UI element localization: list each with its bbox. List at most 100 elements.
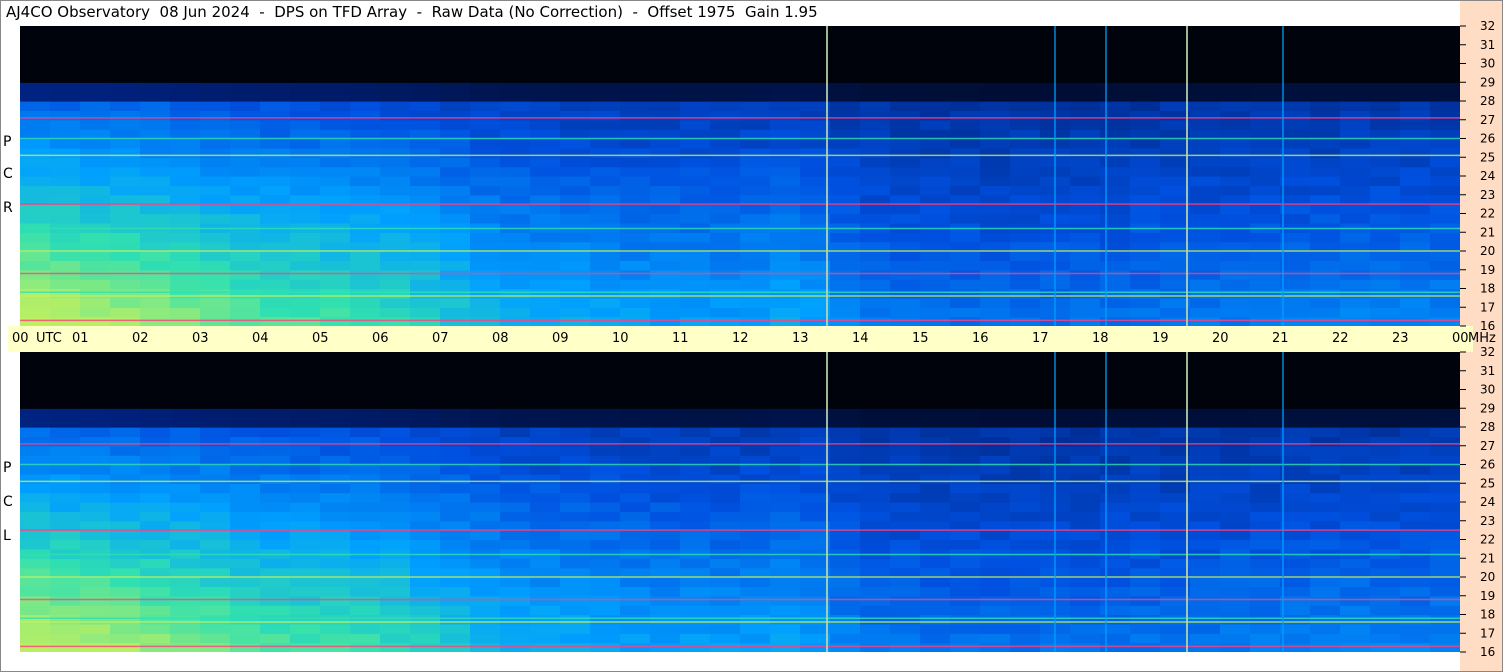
rcp-cell bbox=[560, 260, 591, 271]
rcp-cell bbox=[1220, 44, 1251, 55]
lcp-cell bbox=[770, 436, 801, 447]
rcp-cell bbox=[380, 54, 411, 65]
lcp-cell bbox=[650, 492, 681, 503]
rcp-cell bbox=[50, 166, 81, 177]
lcp-cell bbox=[320, 455, 351, 466]
rcp-cell bbox=[740, 138, 771, 149]
rcp-cell bbox=[590, 147, 621, 158]
lcp-cell bbox=[380, 530, 411, 541]
lcp-cell bbox=[320, 520, 351, 531]
rcp-cell bbox=[1430, 204, 1460, 215]
lcp-cell bbox=[140, 380, 171, 391]
lcp-cell bbox=[710, 623, 741, 634]
hour-label: 17 bbox=[1032, 331, 1049, 346]
rcp-cell bbox=[770, 101, 801, 111]
rcp-cell bbox=[1100, 44, 1131, 55]
rcp-cell bbox=[170, 194, 201, 205]
lcp-cell bbox=[650, 389, 681, 400]
rcp-cell bbox=[1190, 72, 1221, 83]
rcp-cell bbox=[980, 54, 1011, 65]
rcp-cell bbox=[650, 26, 681, 36]
rcp-cell bbox=[860, 63, 891, 74]
lcp-cell bbox=[740, 605, 771, 616]
lcp-cell bbox=[710, 492, 741, 503]
lcp-cell bbox=[320, 361, 351, 372]
lcp-cell bbox=[410, 511, 441, 522]
lcp-cell bbox=[1370, 473, 1401, 484]
rcp-cell bbox=[770, 213, 801, 224]
lcp-cell bbox=[590, 614, 621, 625]
rcp-cell bbox=[320, 232, 351, 243]
lcp-cell bbox=[380, 389, 411, 400]
rcp-cell bbox=[950, 119, 981, 130]
rcp-cell bbox=[410, 44, 441, 55]
rcp-cell bbox=[830, 297, 861, 308]
rcp-cell bbox=[920, 72, 951, 83]
rcp-cell bbox=[590, 279, 621, 290]
lcp-cell bbox=[1280, 614, 1311, 625]
rcp-cell bbox=[1010, 129, 1041, 140]
lcp-cell bbox=[1250, 502, 1281, 512]
lcp-cell bbox=[1220, 633, 1251, 644]
rcp-cell bbox=[500, 307, 531, 318]
lcp-cell bbox=[680, 558, 711, 569]
lcp-cell bbox=[650, 427, 681, 437]
lcp-cell bbox=[260, 642, 291, 652]
lcp-cell bbox=[920, 464, 951, 475]
lcp-cell bbox=[1190, 436, 1221, 447]
rcp-cell bbox=[1340, 119, 1371, 130]
lcp-cell bbox=[1430, 605, 1460, 616]
rcp-cell bbox=[470, 91, 501, 102]
rcp-cell bbox=[500, 297, 531, 308]
rcp-cell bbox=[680, 232, 711, 243]
rcp-cell bbox=[80, 166, 111, 177]
lcp-cell bbox=[1130, 530, 1161, 541]
lcp-cell bbox=[980, 389, 1011, 400]
lcp-cell bbox=[410, 520, 441, 531]
rcp-cell bbox=[1340, 110, 1371, 121]
lcp-cell bbox=[350, 427, 381, 437]
lcp-cell bbox=[1280, 530, 1311, 541]
rcp-cell bbox=[110, 129, 141, 140]
rcp-cell bbox=[650, 91, 681, 102]
rcp-cell bbox=[1310, 316, 1341, 326]
lcp-cell bbox=[410, 567, 441, 578]
lcp-cell bbox=[1130, 614, 1161, 625]
rcp-cell bbox=[410, 82, 441, 93]
rcp-cell bbox=[170, 297, 201, 308]
rcp-cell bbox=[950, 194, 981, 205]
rcp-cell bbox=[260, 279, 291, 290]
lcp-cell bbox=[860, 483, 891, 494]
rcp-cell bbox=[1310, 26, 1341, 36]
lcp-cell bbox=[230, 633, 261, 644]
lcp-cell bbox=[20, 361, 51, 372]
lcp-cell bbox=[1070, 417, 1101, 428]
lcp-cell bbox=[1130, 455, 1161, 466]
lcp-cell bbox=[20, 586, 51, 597]
lcp-cell bbox=[1190, 408, 1221, 419]
rcp-cell bbox=[1370, 44, 1401, 55]
rcp-cell bbox=[530, 44, 561, 55]
rcp-cell bbox=[1190, 35, 1221, 46]
rcp-cell bbox=[230, 138, 261, 149]
lcp-cell bbox=[1370, 605, 1401, 616]
rcp-cell bbox=[1010, 35, 1041, 46]
lcp-cell bbox=[860, 473, 891, 484]
rcp-cell bbox=[560, 101, 591, 111]
lcp-cell bbox=[590, 361, 621, 372]
lcp-cell bbox=[1280, 473, 1311, 484]
rcp-cell bbox=[1430, 194, 1460, 205]
rcp-cell bbox=[200, 44, 231, 55]
rcp-cell bbox=[530, 119, 561, 130]
lcp-cell bbox=[1190, 577, 1221, 587]
rcp-cell bbox=[110, 91, 141, 102]
lcp-cell bbox=[80, 473, 111, 484]
lcp-cell bbox=[680, 492, 711, 503]
lcp-cell bbox=[320, 558, 351, 569]
lcp-cell bbox=[380, 595, 411, 606]
lcp-cell bbox=[470, 464, 501, 475]
lcp-cell bbox=[1370, 370, 1401, 381]
rcp-cell bbox=[860, 91, 891, 102]
lcp-cell bbox=[110, 389, 141, 400]
rcp-cell bbox=[50, 297, 81, 308]
